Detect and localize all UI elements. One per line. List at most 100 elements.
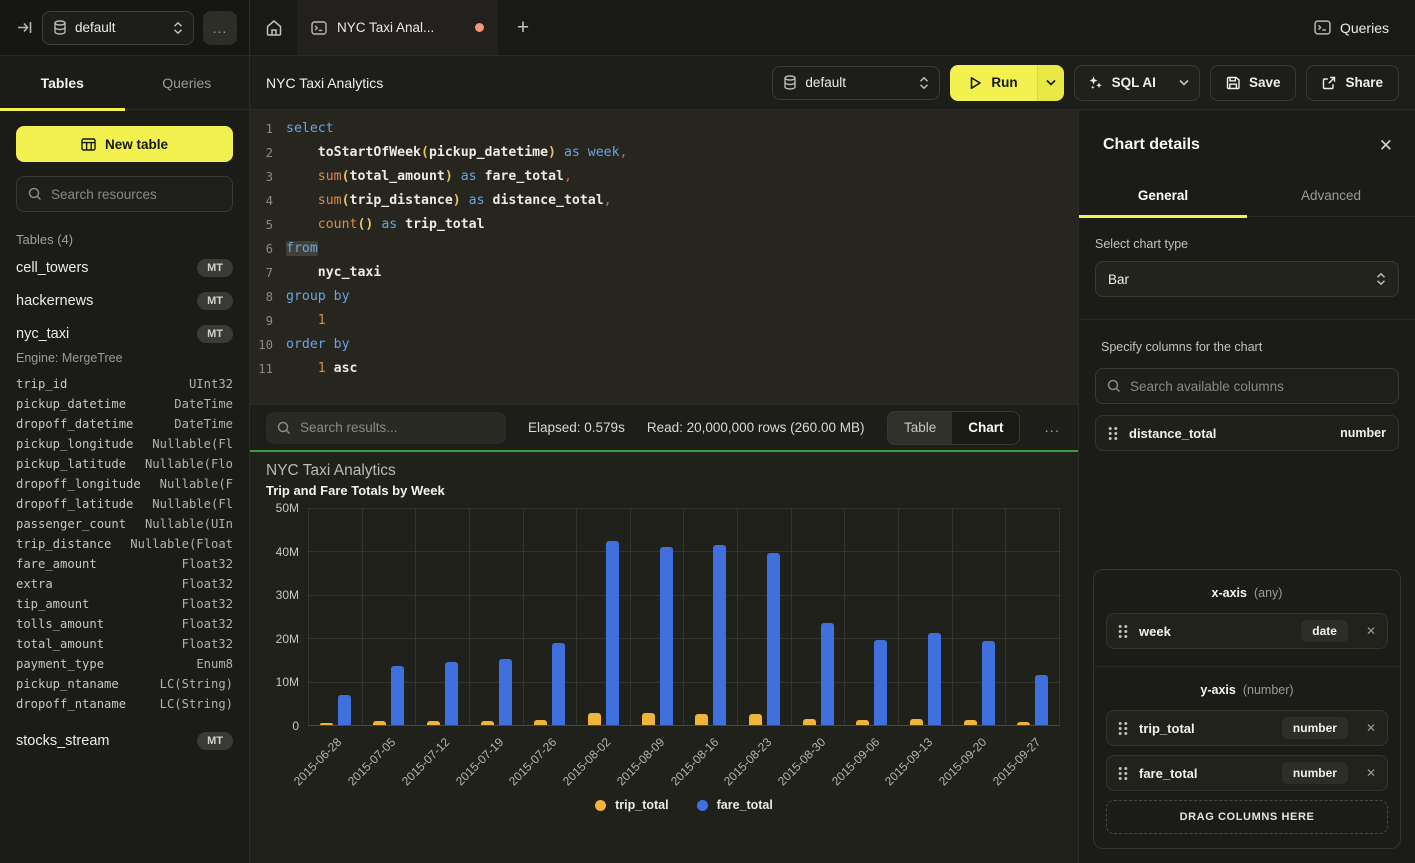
- bar-trip_total[interactable]: [749, 714, 762, 725]
- column-type: LC(String): [160, 674, 233, 694]
- legend-item-fare_total[interactable]: fare_total: [697, 798, 773, 812]
- results-search[interactable]: [266, 412, 506, 444]
- chart-subtitle: Trip and Fare Totals by Week: [266, 483, 1060, 498]
- view-toggle-chart[interactable]: Chart: [952, 412, 1019, 444]
- resources-search-input[interactable]: [51, 187, 221, 202]
- share-button[interactable]: Share: [1306, 65, 1399, 101]
- bar-fare_total[interactable]: [821, 623, 834, 725]
- columns-search[interactable]: [1095, 368, 1399, 404]
- bar-trip_total[interactable]: [427, 721, 440, 725]
- legend-label: trip_total: [615, 798, 668, 812]
- run-options-button[interactable]: [1037, 65, 1064, 101]
- bar-fare_total[interactable]: [874, 640, 887, 725]
- save-button[interactable]: Save: [1210, 65, 1297, 101]
- bar-trip_total[interactable]: [964, 720, 977, 725]
- editor-database-selector[interactable]: default: [772, 66, 940, 100]
- save-label: Save: [1249, 75, 1281, 90]
- drag-handle-icon[interactable]: [1118, 624, 1128, 639]
- bar-trip_total[interactable]: [642, 713, 655, 725]
- new-tab-button[interactable]: +: [498, 0, 548, 55]
- available-column-distance_total[interactable]: distance_totalnumber: [1095, 415, 1399, 451]
- drag-handle-icon[interactable]: [1118, 766, 1128, 781]
- y-axis-label: y-axis: [1200, 683, 1235, 697]
- axis-config-box: x-axis(any) weekdate✕ y-axis(number) tri…: [1093, 569, 1401, 849]
- sidebar-tab-tables[interactable]: Tables: [0, 56, 125, 109]
- sql-ai-options-button[interactable]: [1169, 66, 1199, 100]
- column-list: trip_idUInt32pickup_datetimeDateTimedrop…: [16, 374, 233, 714]
- bar-trip_total[interactable]: [910, 719, 923, 725]
- code-text: from: [286, 237, 318, 261]
- bar-fare_total[interactable]: [713, 545, 726, 725]
- column-row: tolls_amountFloat32: [16, 614, 233, 634]
- bar-trip_total[interactable]: [534, 720, 547, 725]
- table-row-hackernews[interactable]: hackernewsMT: [16, 284, 233, 317]
- tab-advanced[interactable]: Advanced: [1247, 178, 1415, 216]
- code-text: select: [286, 117, 334, 141]
- close-icon[interactable]: ✕: [1379, 137, 1393, 154]
- chart-type-select[interactable]: Bar: [1095, 261, 1399, 297]
- bar-fare_total[interactable]: [445, 662, 458, 725]
- bar-fare_total[interactable]: [499, 659, 512, 725]
- bar-fare_total[interactable]: [391, 666, 404, 725]
- remove-icon[interactable]: ✕: [1366, 721, 1376, 735]
- code-text: 1: [286, 309, 326, 333]
- results-search-input[interactable]: [300, 420, 495, 435]
- editor-database-value: default: [805, 75, 911, 90]
- axis-item-trip_total[interactable]: trip_totalnumber✕: [1106, 710, 1388, 746]
- home-button[interactable]: [250, 0, 297, 55]
- table-row-cell_towers[interactable]: cell_towersMT: [16, 251, 233, 284]
- line-number: 8: [250, 285, 286, 309]
- bar-group: [363, 508, 417, 725]
- drag-columns-dropzone[interactable]: DRAG COLUMNS HERE: [1106, 800, 1388, 834]
- bar-trip_total[interactable]: [320, 723, 333, 725]
- drag-handle-icon[interactable]: [1108, 426, 1118, 441]
- remove-icon[interactable]: ✕: [1366, 624, 1376, 638]
- tab-nyc-taxi-analytics[interactable]: NYC Taxi Anal...: [297, 0, 498, 55]
- bar-fare_total[interactable]: [552, 643, 565, 725]
- column-row: dropoff_ntanameLC(String): [16, 694, 233, 714]
- new-table-button[interactable]: New table: [16, 126, 233, 162]
- remove-icon[interactable]: ✕: [1366, 766, 1376, 780]
- bar-trip_total[interactable]: [481, 721, 494, 725]
- chart-details-header: Chart details ✕: [1079, 110, 1415, 178]
- column-type: Float32: [182, 554, 233, 574]
- bar-trip_total[interactable]: [856, 720, 869, 725]
- bar-fare_total[interactable]: [338, 695, 351, 725]
- bar-trip_total[interactable]: [803, 719, 816, 726]
- database-selector[interactable]: default: [42, 11, 194, 45]
- column-type: Nullable(Flo: [145, 454, 233, 474]
- bar-trip_total[interactable]: [695, 714, 708, 725]
- resources-search[interactable]: [16, 176, 233, 212]
- bar-trip_total[interactable]: [1017, 722, 1030, 725]
- table-row-nyc_taxi[interactable]: nyc_taxiMT: [16, 317, 233, 350]
- run-button-group: Run: [950, 65, 1063, 101]
- sql-ai-button[interactable]: SQL AI: [1075, 75, 1169, 90]
- code-text: order by: [286, 333, 350, 357]
- axis-item-week[interactable]: weekdate✕: [1106, 613, 1388, 649]
- sql-editor[interactable]: 1select2 toStartOfWeek(pickup_datetime) …: [250, 110, 1078, 404]
- column-type: Enum8: [196, 654, 233, 674]
- sidebar-tab-queries[interactable]: Queries: [125, 56, 250, 109]
- bar-fare_total[interactable]: [767, 553, 780, 725]
- view-toggle-table[interactable]: Table: [888, 412, 952, 444]
- legend-item-trip_total[interactable]: trip_total: [595, 798, 668, 812]
- axis-item-fare_total[interactable]: fare_totalnumber✕: [1106, 755, 1388, 791]
- bar-fare_total[interactable]: [928, 633, 941, 725]
- queries-link[interactable]: Queries: [1340, 20, 1389, 36]
- collapse-sidebar-icon[interactable]: [16, 19, 33, 36]
- sidebar-more-button[interactable]: ...: [203, 11, 237, 45]
- tab-general[interactable]: General: [1079, 178, 1247, 216]
- table-row-stocks_stream[interactable]: stocks_streamMT: [16, 724, 233, 757]
- drag-handle-icon[interactable]: [1118, 721, 1128, 736]
- results-more-button[interactable]: ...: [1042, 419, 1062, 436]
- bar-fare_total[interactable]: [982, 641, 995, 725]
- bar-fare_total[interactable]: [660, 547, 673, 725]
- run-button[interactable]: Run: [950, 65, 1036, 101]
- bar-fare_total[interactable]: [1035, 675, 1048, 725]
- bar-trip_total[interactable]: [588, 713, 601, 725]
- bar-fare_total[interactable]: [606, 541, 619, 725]
- bar-trip_total[interactable]: [373, 721, 386, 725]
- bar-group: [577, 508, 631, 725]
- columns-search-input[interactable]: [1130, 379, 1387, 394]
- code-line: 5 count() as trip_total: [250, 213, 1078, 237]
